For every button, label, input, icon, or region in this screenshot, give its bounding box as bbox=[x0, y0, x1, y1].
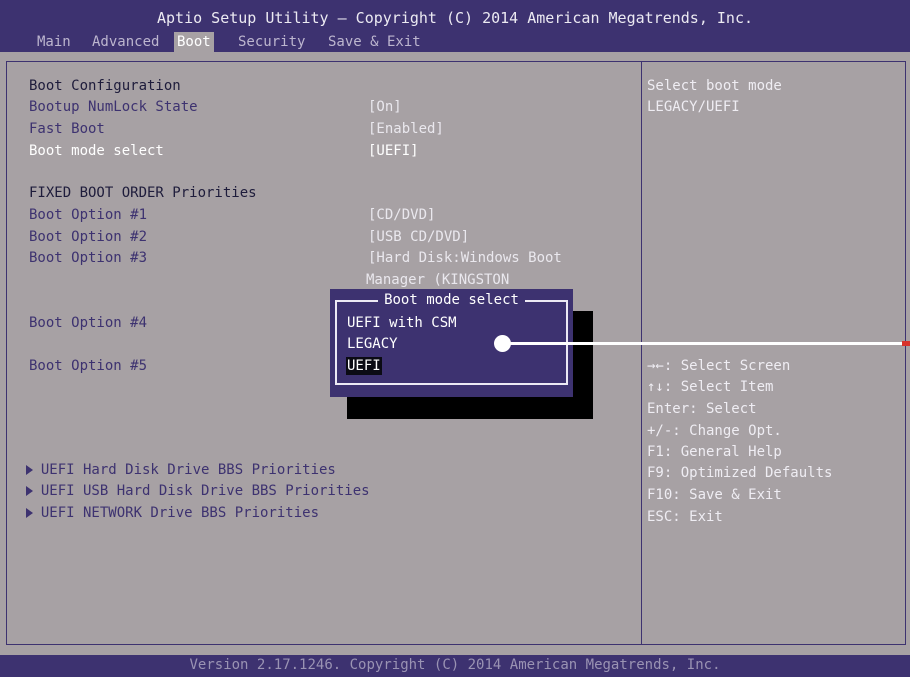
popup-title-wrapper: Boot mode select bbox=[330, 291, 573, 309]
help-description-line-2: LEGACY/UEFI bbox=[647, 99, 740, 115]
tab-save-exit[interactable]: Save & Exit bbox=[328, 32, 421, 52]
help-key-f10: F10: Save & Exit bbox=[647, 487, 782, 503]
popup-title: Boot mode select bbox=[378, 292, 525, 308]
help-key-change-opt: +/-: Change Opt. bbox=[647, 423, 782, 439]
popup-option-uefi-with-csm[interactable]: UEFI with CSM bbox=[347, 314, 457, 332]
section-header-boot-order: FIXED BOOT ORDER Priorities bbox=[29, 185, 257, 201]
panel-divider bbox=[641, 61, 642, 645]
setting-label-fast-boot[interactable]: Fast Boot bbox=[29, 120, 105, 138]
title-bar: Aptio Setup Utility – Copyright (C) 2014… bbox=[0, 0, 910, 52]
annotation-pointer-line bbox=[503, 342, 905, 345]
annotation-pointer-dot bbox=[494, 335, 511, 352]
submenu-label: UEFI NETWORK Drive BBS Priorities bbox=[40, 505, 320, 521]
help-key-select-screen: →←: Select Screen bbox=[647, 358, 791, 374]
app-title: Aptio Setup Utility – Copyright (C) 2014… bbox=[156, 9, 754, 27]
help-key-f1: F1: General Help bbox=[647, 444, 782, 460]
help-key-select-item: ↑↓: Select Item bbox=[647, 379, 774, 395]
help-key-f9: F9: Optimized Defaults bbox=[647, 465, 833, 481]
help-description-line-1: Select boot mode bbox=[647, 78, 782, 94]
setting-value-boot-mode[interactable]: [UEFI] bbox=[368, 142, 419, 160]
setting-value-fast-boot[interactable]: [Enabled] bbox=[368, 120, 444, 138]
tab-main[interactable]: Main bbox=[37, 32, 71, 52]
boot-option-2-label[interactable]: Boot Option #2 bbox=[29, 228, 147, 246]
boot-option-3-label[interactable]: Boot Option #3 bbox=[29, 249, 147, 267]
setting-label-numlock[interactable]: Bootup NumLock State bbox=[29, 98, 198, 116]
footer-bar: Version 2.17.1246. Copyright (C) 2014 Am… bbox=[0, 655, 910, 677]
footer-version: Version 2.17.1246. Copyright (C) 2014 Am… bbox=[189, 657, 721, 673]
bottom-strip bbox=[0, 677, 910, 686]
tab-boot[interactable]: Boot bbox=[174, 32, 214, 52]
help-key-esc: ESC: Exit bbox=[647, 509, 723, 525]
boot-option-1-label[interactable]: Boot Option #1 bbox=[29, 206, 147, 224]
boot-option-2-value[interactable]: [USB CD/DVD] bbox=[368, 228, 469, 246]
popup-option-uefi[interactable]: UEFI bbox=[346, 357, 382, 375]
boot-option-4-label[interactable]: Boot Option #4 bbox=[29, 314, 147, 332]
boot-option-1-value[interactable]: [CD/DVD] bbox=[368, 206, 435, 224]
setting-value-numlock[interactable]: [On] bbox=[368, 98, 402, 116]
boot-option-3-value[interactable]: [Hard Disk:Windows Boot bbox=[368, 249, 562, 267]
annotation-pointer-tip bbox=[902, 341, 910, 346]
boot-option-3-value-line2[interactable]: Manager (KINGSTON bbox=[366, 271, 509, 289]
submenu-arrow-icon bbox=[25, 508, 33, 518]
popup-option-legacy[interactable]: LEGACY bbox=[347, 335, 398, 353]
tab-advanced[interactable]: Advanced bbox=[92, 32, 159, 52]
boot-option-5-label[interactable]: Boot Option #5 bbox=[29, 357, 147, 375]
setting-label-boot-mode[interactable]: Boot mode select bbox=[29, 142, 164, 160]
help-key-enter: Enter: Select bbox=[647, 401, 757, 417]
section-header-boot-configuration: Boot Configuration bbox=[29, 78, 181, 94]
submenu-uefi-network-bbs[interactable]: UEFI NETWORK Drive BBS Priorities bbox=[9, 486, 319, 522]
tab-security[interactable]: Security bbox=[238, 32, 305, 52]
